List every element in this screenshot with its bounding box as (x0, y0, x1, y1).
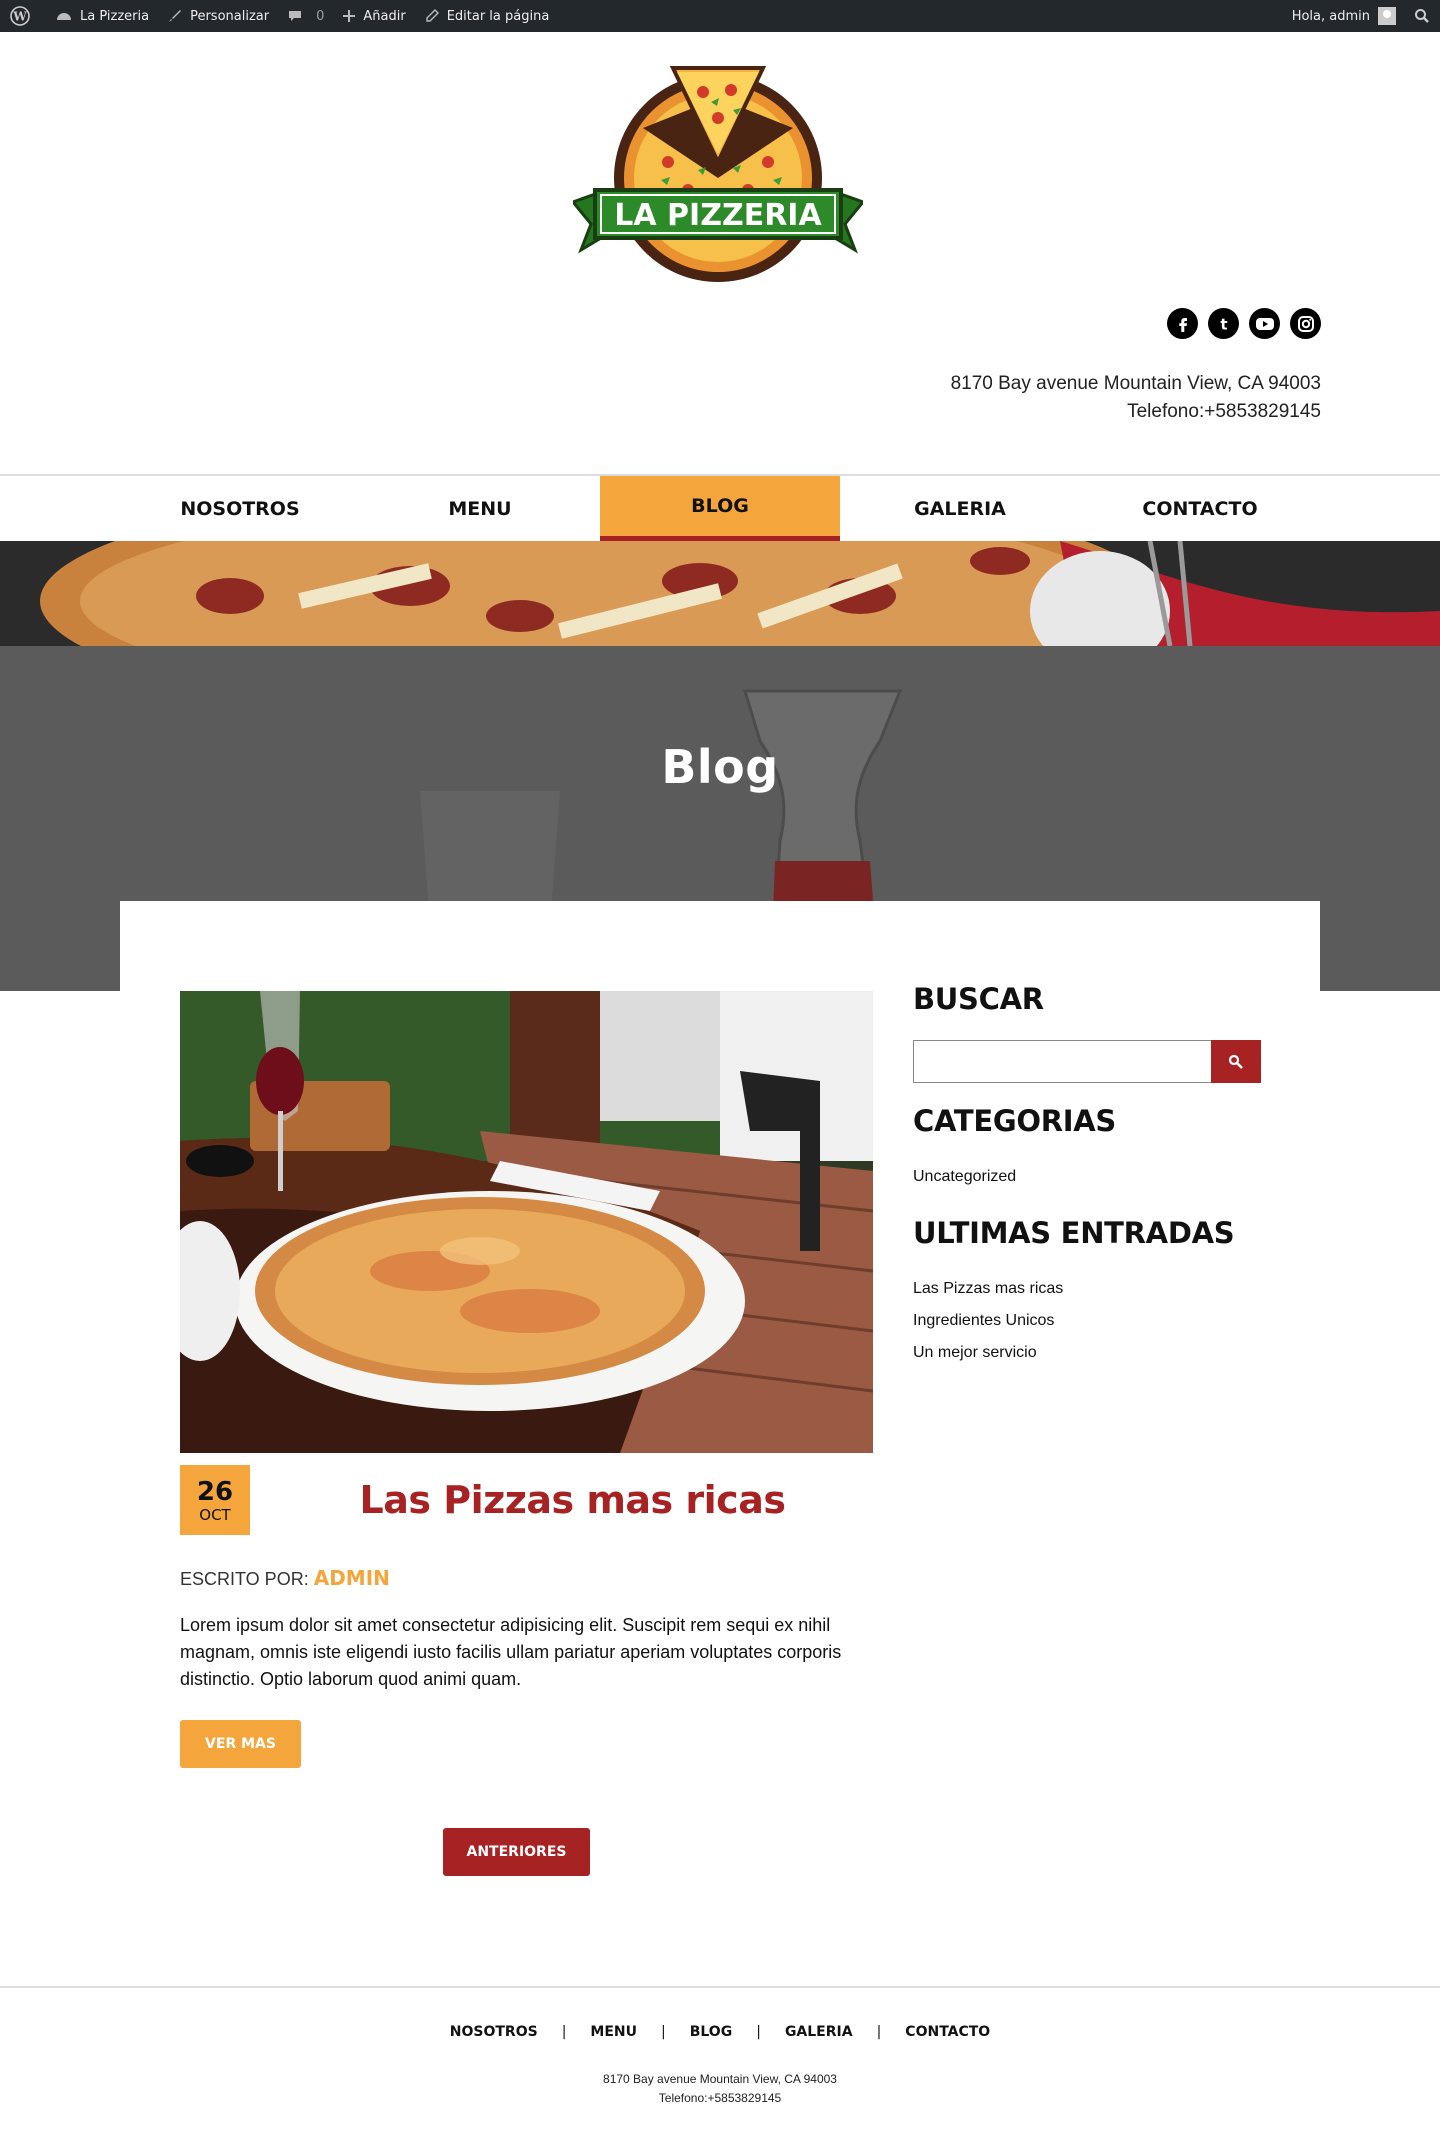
admin-comments-count: 0 (316, 8, 325, 24)
byline-prefix: ESCRITO POR: (180, 1569, 309, 1589)
footer-address-line: 8170 Bay avenue Mountain View, CA 94003 (603, 2072, 837, 2086)
category-link[interactable]: Uncategorized (913, 1168, 1016, 1186)
footer-nav-separator: | (756, 2024, 761, 2040)
footer-nav-separator: | (876, 2024, 882, 2040)
header-phone-line: Telefono:+5853829145 (1127, 401, 1321, 422)
plus-icon (343, 10, 356, 22)
tumblr-icon[interactable]: t (1208, 308, 1239, 339)
logo-text: LA PIZZERIA (614, 198, 822, 233)
post-date-month: OCT (199, 1506, 231, 1524)
search-icon (1228, 1054, 1243, 1069)
header-address-line: 8170 Bay avenue Mountain View, CA 94003 (950, 373, 1321, 394)
nav-item-menu[interactable]: MENU (360, 476, 600, 541)
site-footer: NOSOTROS | MENU | BLOG | GALERIA | CONTA… (0, 1986, 1440, 2155)
post-excerpt: Lorem ipsum dolor sit amet consectetur a… (180, 1615, 842, 1689)
post-title[interactable]: Las Pizzas mas ricas (250, 1478, 895, 1522)
youtube-icon[interactable] (1249, 308, 1280, 339)
nav-item-blog[interactable]: BLOG (600, 476, 840, 541)
admin-customize-link[interactable]: Personalizar (167, 8, 269, 24)
recent-post-link[interactable]: Las Pizzas mas ricas (913, 1280, 1063, 1298)
search-form (913, 1040, 1261, 1083)
nav-item-contacto[interactable]: CONTACTO (1080, 476, 1320, 541)
recent-post-link[interactable]: Ingredientes Unicos (913, 1312, 1054, 1330)
footer-nav-menu[interactable]: MENU (590, 2024, 637, 2040)
footer-address: 8170 Bay avenue Mountain View, CA 94003 … (0, 2070, 1440, 2108)
footer-nav-contacto[interactable]: CONTACTO (905, 2024, 990, 2040)
svg-text:t: t (1220, 315, 1227, 333)
footer-phone-line: Telefono:+5853829145 (658, 2091, 782, 2105)
search-icon[interactable] (1414, 8, 1430, 24)
facebook-icon[interactable] (1167, 308, 1198, 339)
search-input[interactable] (913, 1040, 1211, 1083)
post-featured-image[interactable] (180, 991, 873, 1453)
admin-customize-label: Personalizar (190, 8, 270, 24)
recent-post-link[interactable]: Un mejor servicio (913, 1344, 1037, 1362)
page-title: Blog (661, 740, 779, 794)
post-date-day: 26 (196, 1477, 234, 1507)
footer-nav-nosotros[interactable]: NOSOTROS (450, 2024, 538, 2040)
post-byline: ESCRITO POR: ADMIN (180, 1566, 390, 1590)
footer-nav-separator: | (561, 2024, 567, 2040)
footer-nav: NOSOTROS | MENU | BLOG | GALERIA | CONTA… (0, 2024, 1440, 2040)
header-address: 8170 Bay avenue Mountain View, CA 94003 … (951, 370, 1321, 426)
footer-nav-galeria[interactable]: GALERIA (785, 2024, 853, 2040)
admin-edit-page-link[interactable]: Editar la página (424, 8, 550, 24)
comment-icon (289, 11, 302, 21)
pencil-icon (425, 9, 439, 22)
recent-posts-widget-title: ULTIMAS ENTRADAS (913, 1216, 1235, 1250)
footer-nav-blog[interactable]: BLOG (690, 2024, 733, 2040)
read-more-button[interactable]: VER MAS (180, 1720, 301, 1768)
dashboard-icon (57, 13, 71, 20)
post-date-badge: 26 OCT (180, 1465, 250, 1535)
previous-posts-button[interactable]: ANTERIORES (443, 1828, 590, 1876)
site-logo[interactable]: LA PIZZERIA (570, 62, 866, 292)
brush-icon (169, 10, 182, 22)
footer-nav-separator: | (661, 2024, 666, 2040)
wordpress-logo-icon[interactable]: W (10, 6, 37, 26)
post-author-link[interactable]: ADMIN (314, 1566, 390, 1590)
instagram-icon[interactable] (1290, 308, 1321, 339)
search-button[interactable] (1211, 1040, 1261, 1083)
categories-widget-title: CATEGORIAS (913, 1104, 1116, 1138)
admin-account-link[interactable]: Hola, admin (1292, 9, 1370, 24)
admin-edit-page-label: Editar la página (446, 8, 550, 24)
admin-add-new-link[interactable]: Añadir (342, 8, 406, 24)
nav-item-galeria[interactable]: GALERIA (840, 476, 1080, 541)
admin-site-link[interactable]: La Pizzeria (55, 8, 149, 24)
search-widget-title: BUSCAR (913, 982, 1044, 1016)
svg-text:W: W (12, 10, 27, 24)
admin-add-new-label: Añadir (363, 8, 406, 24)
main-nav: NOSOTROS MENU BLOG GALERIA CONTACTO (0, 474, 1440, 541)
admin-bar: W La Pizzeria Personalizar 0 Añadir Edit… (0, 0, 1440, 32)
avatar[interactable] (1378, 7, 1396, 25)
admin-comments-link[interactable]: 0 (287, 8, 324, 24)
nav-item-nosotros[interactable]: NOSOTROS (120, 476, 360, 541)
admin-site-name: La Pizzeria (80, 8, 150, 24)
social-links: t (1167, 308, 1321, 339)
